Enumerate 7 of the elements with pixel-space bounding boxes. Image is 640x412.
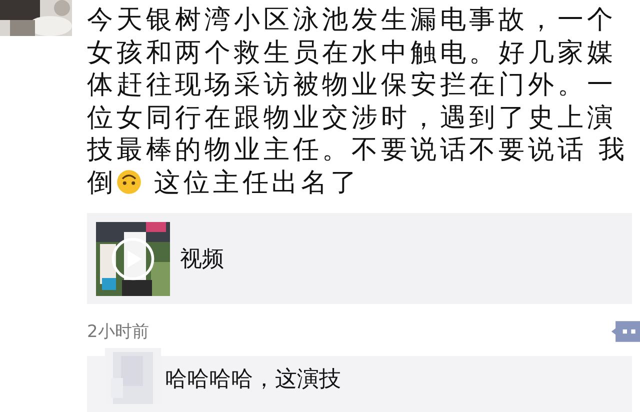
post-text: 今天银树湾小区泳池发生漏电事故，一个女孩和两个救生员在水中触电。好几家媒体赶往现场采访被物业保安拦在门外。一位女同行在跟物业交涉时，遇到了史上演技最棒的物业主任。不要说话不要说话 我倒 这位主任出名了 — [87, 4, 629, 199]
upside-down-face-icon — [116, 168, 142, 194]
video-card[interactable]: 视频 — [87, 213, 632, 304]
comment-icon[interactable] — [610, 319, 640, 344]
comment-text: 哈哈哈哈，这演技 — [165, 366, 341, 394]
post-time: 2小时前 — [87, 321, 149, 343]
play-icon[interactable] — [111, 236, 155, 280]
